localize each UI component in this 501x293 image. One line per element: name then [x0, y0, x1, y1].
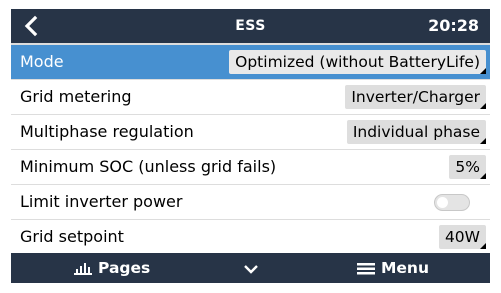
grid-metering-value[interactable]: Inverter/Charger	[345, 85, 486, 109]
bar-chart-icon	[74, 262, 92, 275]
scroll-down-button[interactable]	[242, 253, 266, 283]
setting-label: Mode	[20, 52, 64, 71]
setting-label: Grid metering	[20, 87, 132, 106]
bottom-bar: Pages Menu	[11, 253, 490, 283]
setting-row-grid-setpoint[interactable]: Grid setpoint 40W	[11, 220, 490, 254]
setting-row-grid-metering[interactable]: Grid metering Inverter/Charger	[11, 80, 490, 114]
setting-label: Multiphase regulation	[20, 122, 194, 141]
setting-label: Grid setpoint	[20, 227, 124, 246]
pages-button[interactable]: Pages	[74, 253, 150, 283]
menu-label: Menu	[381, 259, 430, 277]
value-text: Inverter/Charger	[351, 88, 480, 106]
pages-label: Pages	[98, 259, 151, 277]
setting-row-minimum-soc[interactable]: Minimum SOC (unless grid fails) 5%	[11, 150, 490, 184]
edit-corner-icon	[480, 243, 486, 249]
edit-corner-icon	[480, 103, 486, 109]
setting-label: Minimum SOC (unless grid fails)	[20, 157, 277, 176]
toggle-knob	[437, 197, 448, 208]
value-text: 5%	[455, 158, 480, 176]
value-text: 40W	[444, 228, 480, 246]
limit-inverter-power-toggle[interactable]	[434, 194, 470, 211]
ess-settings-panel: ESS 20:28 Mode Optimized (without Batter…	[11, 9, 490, 283]
setting-row-mode[interactable]: Mode Optimized (without BatteryLife)	[11, 45, 490, 79]
edit-corner-icon	[480, 138, 486, 144]
value-text: Optimized (without BatteryLife)	[235, 53, 480, 71]
setting-row-multiphase-regulation[interactable]: Multiphase regulation Individual phase	[11, 115, 490, 149]
setting-row-limit-inverter-power[interactable]: Limit inverter power	[11, 185, 490, 219]
page-title: ESS	[235, 18, 266, 34]
hamburger-icon	[357, 263, 375, 275]
top-bar: ESS 20:28	[11, 9, 490, 43]
grid-setpoint-value[interactable]: 40W	[438, 225, 486, 249]
multiphase-regulation-value[interactable]: Individual phase	[346, 120, 486, 144]
menu-button[interactable]: Menu	[357, 253, 429, 283]
chevron-down-icon	[244, 264, 258, 274]
value-text: Individual phase	[352, 123, 480, 141]
edit-corner-icon	[480, 173, 486, 179]
minimum-soc-value[interactable]: 5%	[449, 155, 486, 179]
mode-value[interactable]: Optimized (without BatteryLife)	[229, 50, 486, 74]
edit-corner-icon	[480, 68, 486, 74]
clock: 20:28	[428, 16, 479, 35]
setting-label: Limit inverter power	[20, 192, 183, 211]
